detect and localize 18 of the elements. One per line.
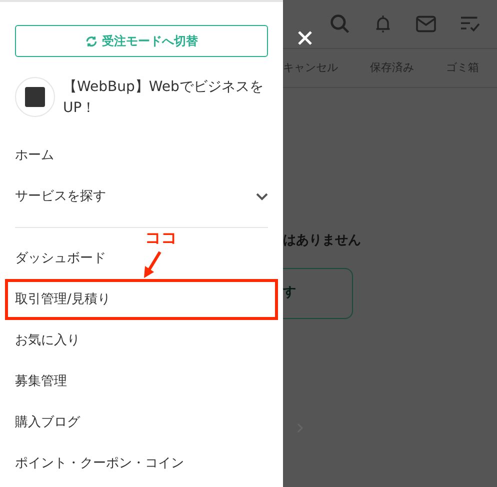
menu-item[interactable]: ポイント・クーポン・コイン — [15, 450, 184, 476]
menu-item[interactable]: 購入ブログ — [15, 410, 80, 436]
menu-item[interactable]: ダッシュボード — [15, 246, 106, 272]
refresh-icon — [85, 34, 98, 48]
menu-item[interactable]: 募集管理 — [15, 368, 67, 394]
annotation-label: ココ — [145, 230, 177, 246]
close-icon[interactable] — [297, 30, 313, 46]
menu-item[interactable]: 取引管理/見積り — [5, 279, 278, 320]
avatar-logo — [15, 77, 55, 117]
checklist-icon[interactable] — [459, 15, 481, 33]
mail-icon[interactable] — [415, 15, 437, 33]
menu-item[interactable]: サービスを探す — [15, 184, 268, 210]
menu-item[interactable]: ホーム — [15, 142, 54, 168]
profile-name: 【WebBup】Webでビジネスを UP！ — [63, 78, 264, 118]
empty-message: はありません — [283, 232, 362, 250]
chevron-down-icon — [256, 192, 268, 200]
menu-item[interactable]: お気に入り — [15, 328, 80, 354]
search-icon[interactable] — [329, 13, 351, 35]
